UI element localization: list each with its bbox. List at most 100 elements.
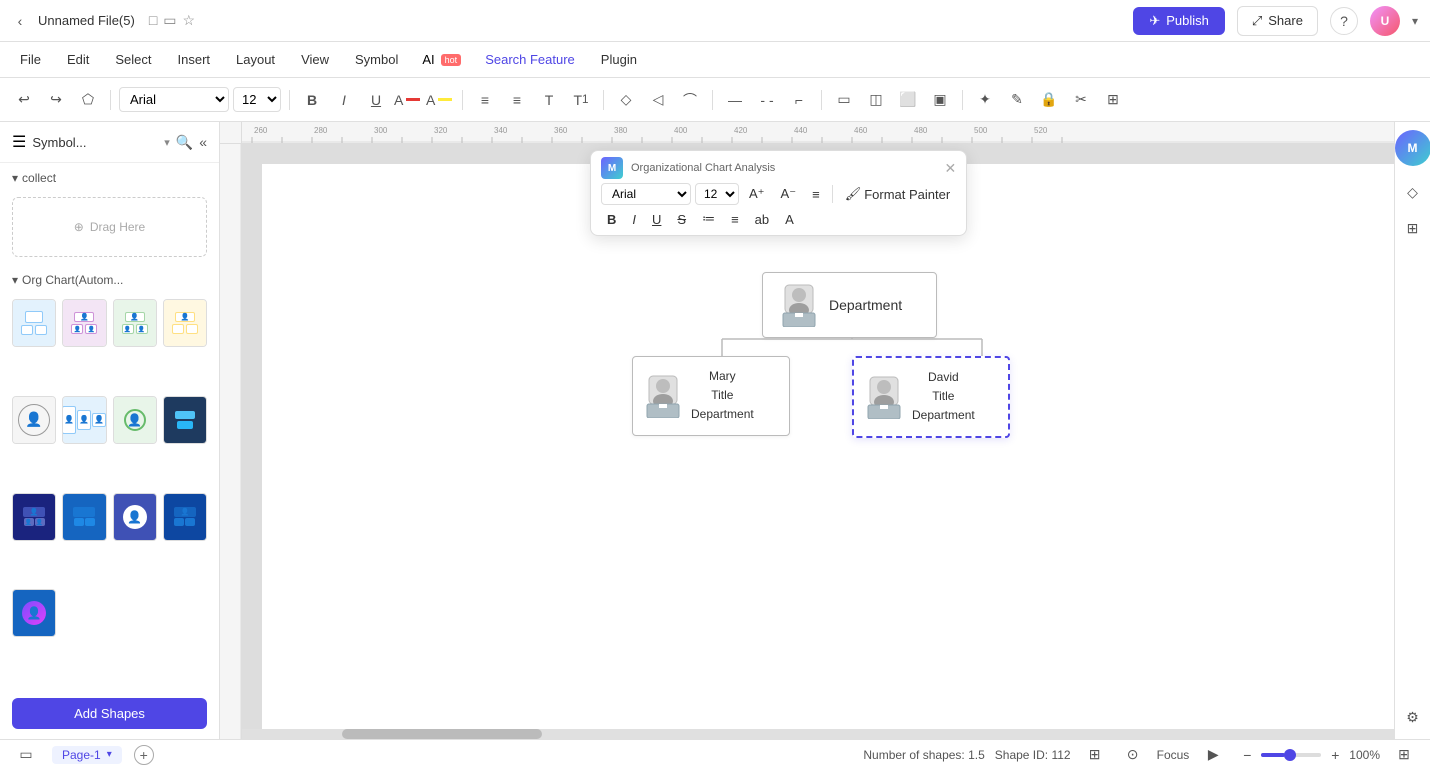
ai-assistant-button[interactable]: M (1395, 130, 1430, 166)
dropdown-chevron-icon[interactable]: ▾ (1412, 14, 1418, 28)
right-settings-btn[interactable]: ⚙ (1399, 703, 1427, 731)
table-button[interactable]: ⊞ (1099, 86, 1127, 114)
ft-list1-btn[interactable]: ≔ (696, 209, 721, 229)
add-shapes-button[interactable]: Add Shapes (12, 698, 207, 729)
search-icon[interactable]: 🔍 (176, 134, 193, 151)
align-center-button[interactable]: ≡ (503, 86, 531, 114)
edit-button[interactable]: ✎ (1003, 86, 1031, 114)
page-tab[interactable]: Page-1 ▾ (52, 746, 122, 764)
star-icon[interactable]: ☆ (183, 12, 196, 29)
panel-chevron-icon[interactable]: ▾ (164, 136, 170, 149)
shape-item[interactable]: 👤 (113, 396, 157, 444)
line-style-button[interactable]: ⌒ (676, 86, 704, 114)
lock-button[interactable]: 🔒 (1035, 86, 1063, 114)
line-color-button[interactable]: ◁ (644, 86, 672, 114)
zoom-in-btn[interactable]: + (1325, 745, 1345, 765)
shape-item[interactable]: 👤 (163, 493, 207, 541)
menu-ai[interactable]: AI hot (412, 48, 471, 71)
font-size-select[interactable]: 12 (233, 87, 281, 112)
menu-view[interactable]: View (289, 48, 341, 71)
dept-top-node[interactable]: Department (762, 272, 937, 338)
ft-grow-btn[interactable]: A⁺ (743, 184, 771, 204)
menu-layout[interactable]: Layout (224, 48, 287, 71)
ft-italic-btn[interactable]: I (626, 210, 642, 229)
drag-area[interactable]: ⊕ Drag Here (12, 197, 207, 257)
menu-edit[interactable]: Edit (55, 48, 101, 71)
ft-close-button[interactable]: ✕ (944, 160, 956, 177)
ft-strikethrough-btn[interactable]: S (671, 210, 692, 229)
shape-item[interactable]: 👤 (12, 396, 56, 444)
shape-item[interactable]: 👤 (12, 589, 56, 637)
shape4-button[interactable]: ▣ (926, 86, 954, 114)
ft-shrink-btn[interactable]: A⁻ (775, 184, 803, 204)
ft-underline-btn[interactable]: U (646, 210, 667, 229)
share-button[interactable]: ⤢ Share (1237, 6, 1318, 36)
ft-format-painter-btn[interactable]: 🖌 Format Painter (839, 184, 957, 204)
menu-plugin[interactable]: Plugin (589, 48, 649, 71)
zoom-slider[interactable] (1261, 753, 1321, 757)
menu-select[interactable]: Select (103, 48, 163, 71)
right-layout-btn[interactable]: ⊞ (1399, 214, 1427, 242)
menu-insert[interactable]: Insert (166, 48, 223, 71)
ft-list2-btn[interactable]: ≡ (725, 210, 745, 229)
highlight-color-button[interactable]: A (426, 86, 454, 114)
menu-symbol[interactable]: Symbol (343, 48, 410, 71)
avatar[interactable]: U (1370, 6, 1400, 36)
ft-align-btn[interactable]: ≡ (806, 185, 826, 204)
magic-button[interactable]: ✦ (971, 86, 999, 114)
shape-item[interactable]: 👤 👤 👤 (62, 299, 106, 347)
right-design-btn[interactable]: ◇ (1399, 178, 1427, 206)
fill-color-button[interactable]: ◇ (612, 86, 640, 114)
shape2-button[interactable]: ◫ (862, 86, 890, 114)
shape-item[interactable]: 👤 👤 👤 (62, 396, 106, 444)
david-node[interactable]: David Title Department (852, 356, 1010, 438)
focus-mode-btn[interactable]: ⊙ (1119, 741, 1147, 769)
export-icon[interactable]: ▭ (163, 12, 176, 29)
play-btn[interactable]: ▶ (1199, 741, 1227, 769)
format-font-button[interactable]: T1 (567, 86, 595, 114)
panel-menu-icon[interactable]: ☰ (12, 132, 26, 152)
ft-size-select[interactable]: 12 (695, 183, 739, 205)
back-icon[interactable]: ‹ (12, 13, 28, 29)
shape3-button[interactable]: ⬜ (894, 86, 922, 114)
zoom-out-btn[interactable]: − (1237, 745, 1257, 765)
page-layout-btn[interactable]: ▭ (12, 741, 40, 769)
font-family-select[interactable]: Arial (119, 87, 229, 112)
shape-item[interactable]: 👤 👤 👤 (12, 493, 56, 541)
collapse-icon[interactable]: « (199, 134, 207, 151)
font-color-button[interactable]: A (394, 86, 422, 114)
ft-font-select[interactable]: Arial (601, 183, 691, 205)
connector-button[interactable]: ⌐ (785, 86, 813, 114)
layers-btn[interactable]: ⊞ (1081, 741, 1109, 769)
mary-node[interactable]: Mary Title Department (632, 356, 790, 436)
section-org[interactable]: ▾ Org Chart(Autom... (0, 265, 219, 291)
pointer-button[interactable]: ⬠ (74, 86, 102, 114)
italic-button[interactable]: I (330, 86, 358, 114)
fit-btn[interactable]: ⊞ (1390, 741, 1418, 769)
line-button[interactable]: — (721, 86, 749, 114)
shape-item[interactable] (163, 396, 207, 444)
menu-file[interactable]: File (8, 48, 53, 71)
section-collect[interactable]: ▾ collect (0, 163, 219, 189)
save-icon[interactable]: □ (149, 12, 157, 29)
shape-item[interactable]: 👤 (163, 299, 207, 347)
shape-item[interactable]: 👤 👤 👤 (113, 299, 157, 347)
shape-item[interactable] (12, 299, 56, 347)
publish-button[interactable]: ✈ Publish (1133, 7, 1225, 35)
dashed-line-button[interactable]: - - (753, 86, 781, 114)
text-style-button[interactable]: T (535, 86, 563, 114)
shape-item[interactable]: 👤 (62, 493, 106, 541)
ft-code-btn[interactable]: ab (749, 210, 775, 229)
scissors-button[interactable]: ✂ (1067, 86, 1095, 114)
ft-fontcolor-btn[interactable]: A (779, 210, 800, 229)
menu-search-feature[interactable]: Search Feature (473, 48, 587, 71)
align-left-button[interactable]: ≡ (471, 86, 499, 114)
redo-button[interactable]: ↪ (42, 86, 70, 114)
ft-bold-btn[interactable]: B (601, 210, 622, 229)
underline-button[interactable]: U (362, 86, 390, 114)
shape-item[interactable]: 👤 (113, 493, 157, 541)
bold-button[interactable]: B (298, 86, 326, 114)
shape-button[interactable]: ▭ (830, 86, 858, 114)
undo-button[interactable]: ↩ (10, 86, 38, 114)
add-page-button[interactable]: + (134, 745, 154, 765)
